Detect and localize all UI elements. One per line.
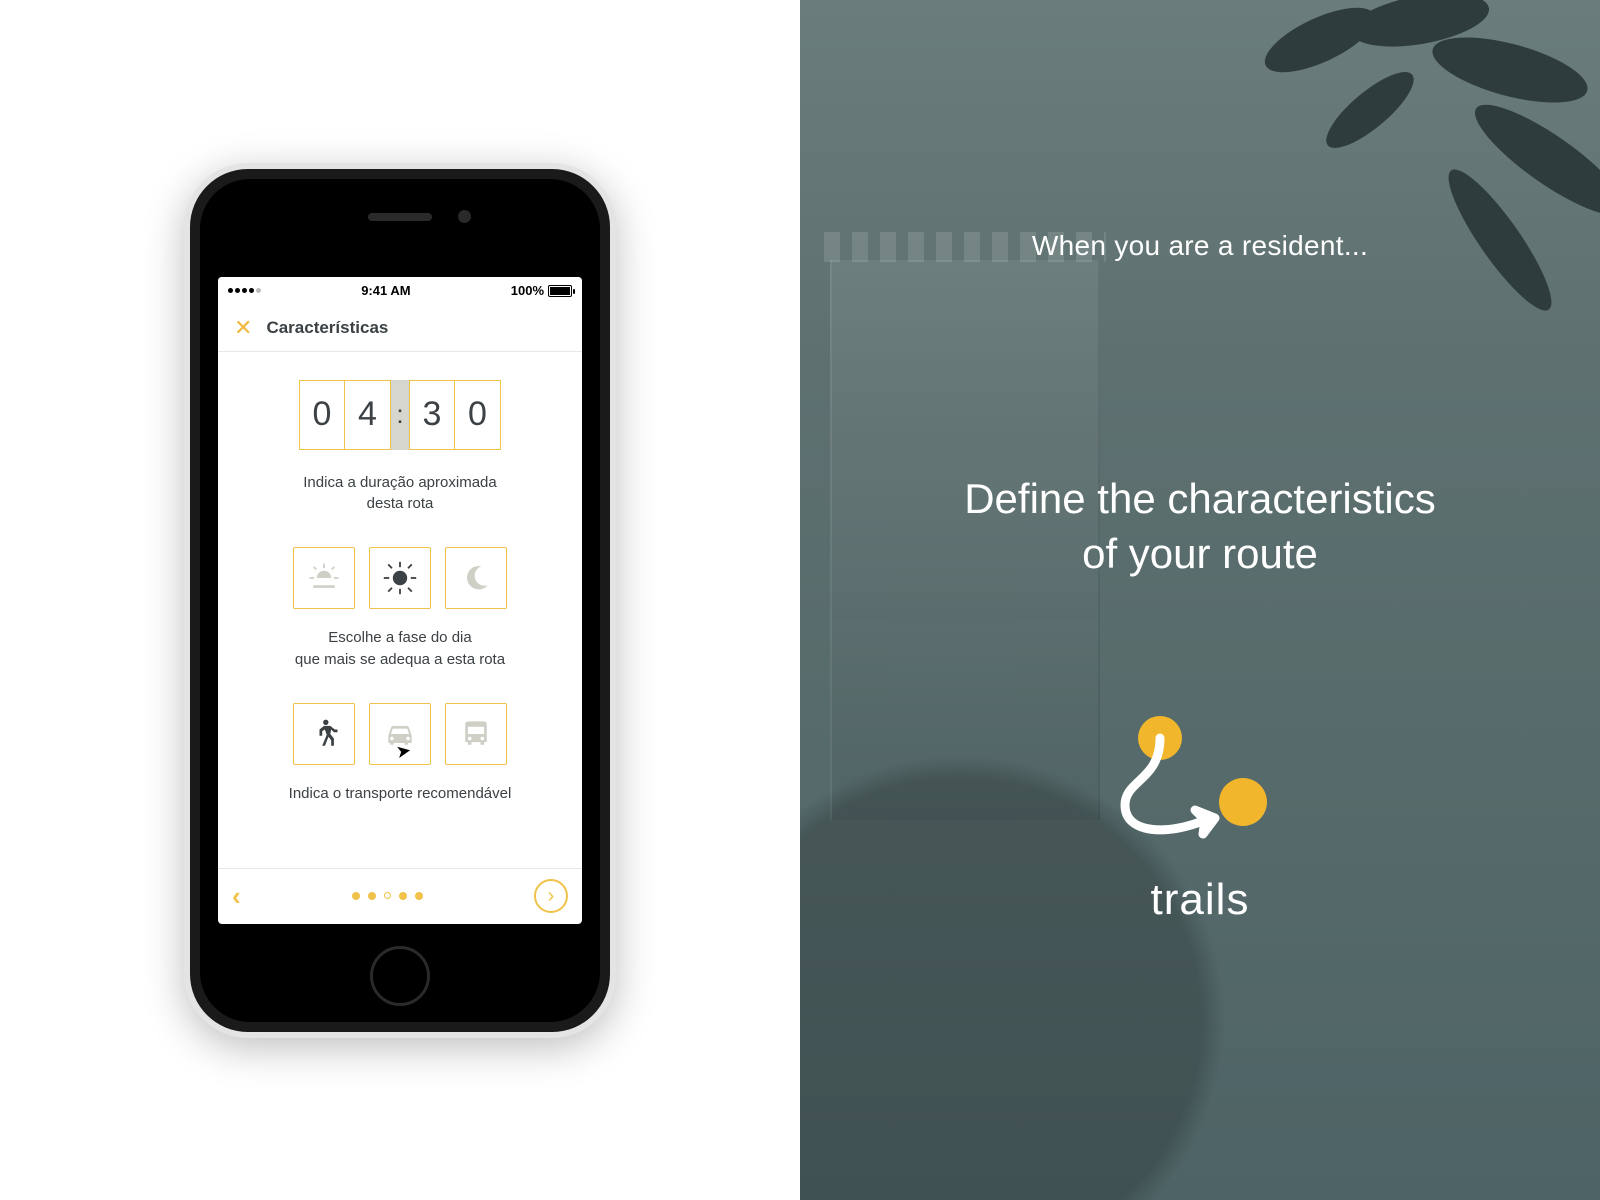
page-dot-current[interactable] — [384, 892, 391, 899]
promo-headline: Define the characteristics of your route — [800, 472, 1600, 581]
status-bar: 9:41 AM 100% — [218, 277, 582, 305]
transport-caption: Indica o transporte recomendável — [236, 783, 564, 805]
sunrise-icon — [306, 560, 342, 596]
content: 0 4 : 3 0 Indica a duração aproximada de… — [218, 352, 582, 868]
pager-footer: ‹ › — [218, 868, 582, 924]
phase-day[interactable] — [369, 547, 431, 609]
brand-name: trails — [1115, 875, 1285, 925]
app-screen: 9:41 AM 100% ✕ Características 0 — [218, 277, 582, 924]
transport-walk[interactable] — [293, 703, 355, 765]
trails-logo-icon — [1115, 710, 1285, 860]
promo-panel: When you are a resident... Define the ch… — [800, 0, 1600, 1200]
battery-icon — [548, 285, 572, 297]
phase-caption: Escolhe a fase do dia que mais se adequa… — [236, 627, 564, 671]
phone-speaker — [368, 213, 432, 221]
prev-button[interactable]: ‹ — [232, 881, 241, 912]
signal-dots — [228, 288, 261, 293]
transport-bus[interactable] — [445, 703, 507, 765]
battery-percent: 100% — [511, 283, 544, 298]
digit-m1[interactable]: 3 — [409, 380, 455, 450]
brand-logo: trails — [1115, 710, 1285, 925]
phase-night[interactable] — [445, 547, 507, 609]
digit-m2[interactable]: 0 — [455, 380, 501, 450]
bus-icon — [458, 716, 494, 752]
page-dot[interactable] — [415, 892, 423, 900]
phase-sunrise[interactable] — [293, 547, 355, 609]
close-icon[interactable]: ✕ — [234, 317, 252, 339]
digit-h1[interactable]: 0 — [299, 380, 345, 450]
status-time: 9:41 AM — [361, 283, 410, 298]
left-panel: 9:41 AM 100% ✕ Características 0 — [0, 0, 800, 1200]
phone-camera — [458, 210, 471, 223]
page-dots — [352, 892, 423, 900]
phone-frame: 9:41 AM 100% ✕ Características 0 — [184, 163, 616, 1038]
time-colon: : — [391, 380, 409, 450]
sun-icon — [382, 560, 418, 596]
page-dot[interactable] — [399, 892, 407, 900]
duration-picker[interactable]: 0 4 : 3 0 — [236, 380, 564, 450]
digit-h2[interactable]: 4 — [345, 380, 391, 450]
phase-options — [236, 547, 564, 609]
next-button[interactable]: › — [534, 879, 568, 913]
moon-icon — [458, 560, 494, 596]
walk-icon — [306, 716, 342, 752]
home-button[interactable] — [370, 946, 430, 1006]
page-dot[interactable] — [352, 892, 360, 900]
promo-subhead: When you are a resident... — [800, 230, 1600, 262]
page-title: Características — [266, 318, 388, 338]
duration-caption: Indica a duração aproximada desta rota — [236, 472, 564, 516]
page-dot[interactable] — [368, 892, 376, 900]
app-header: ✕ Características — [218, 305, 582, 352]
leaves-illustration — [1200, 0, 1600, 340]
